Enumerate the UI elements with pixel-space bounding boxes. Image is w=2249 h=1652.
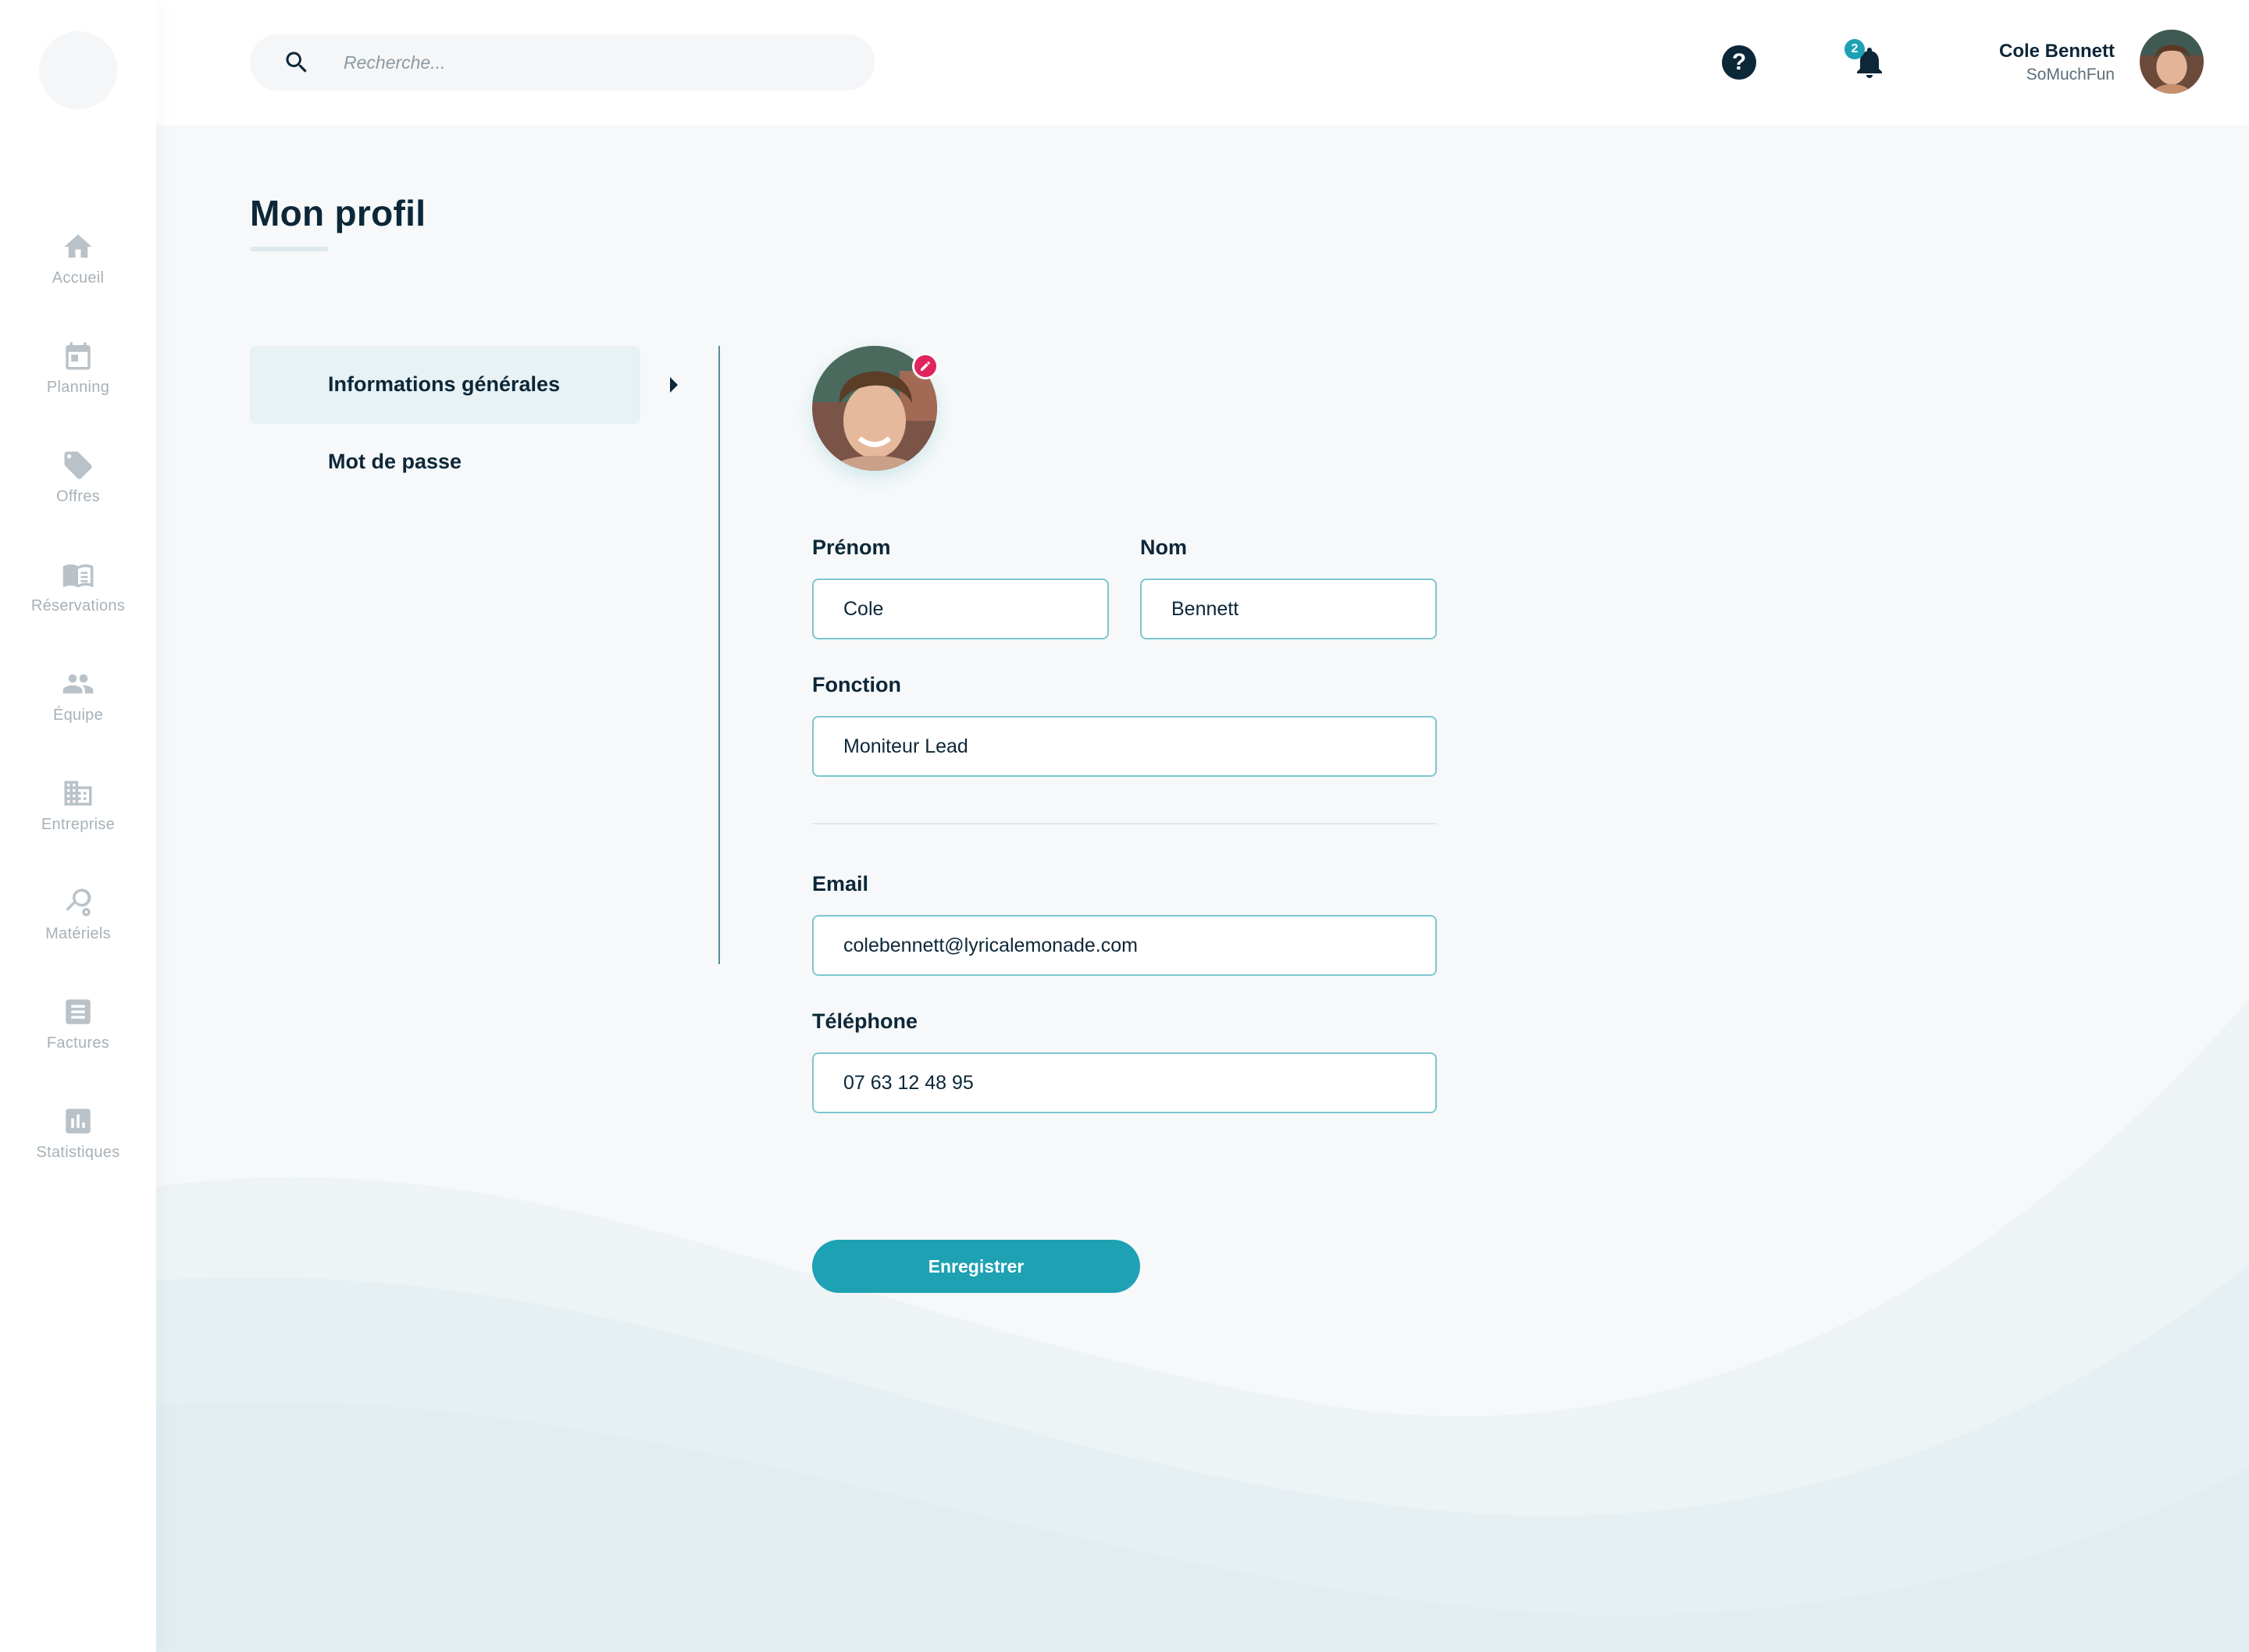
tag-icon (64, 451, 92, 479)
building-icon (64, 781, 92, 806)
caret-right-icon (670, 377, 678, 393)
phone-label: Téléphone (812, 1009, 918, 1033)
page-title: Mon profil (250, 193, 426, 233)
sidebar-item-accueil[interactable]: Accueil (0, 230, 156, 316)
sidebar-item-label: Matériels (45, 925, 111, 942)
top-bar: ? 2 Cole Bennett SoMuchFun (156, 0, 2249, 125)
pencil-icon (921, 361, 930, 371)
calendar-icon (66, 342, 91, 370)
sidebar: Accueil Planning Offres Réservations Équ… (0, 0, 156, 1652)
subnav-item-mot-de-passe[interactable]: Mot de passe (328, 450, 462, 474)
home-icon (64, 234, 92, 258)
sidebar-item-label: Réservations (30, 597, 126, 614)
sidebar-item-label: Offres (56, 488, 100, 505)
vertical-divider (718, 346, 720, 964)
subnav-item-informations-generales[interactable]: Informations générales (250, 346, 640, 424)
avatar-portrait-icon (2140, 30, 2204, 94)
help-icon[interactable]: ? (1722, 45, 1756, 80)
sidebar-item-materiels[interactable]: Matériels (0, 886, 156, 972)
phone-input[interactable] (814, 1054, 1435, 1112)
first-name-input[interactable] (814, 580, 1107, 638)
email-field[interactable] (812, 915, 1437, 976)
user-avatar[interactable] (2140, 30, 2204, 94)
title-underline (250, 247, 328, 251)
search-bar[interactable] (250, 34, 875, 91)
sidebar-item-statistiques[interactable]: Statistiques (0, 1105, 156, 1191)
function-label: Fonction (812, 673, 901, 696)
function-field[interactable] (812, 716, 1437, 777)
form-separator (812, 823, 1437, 824)
sidebar-item-equipe[interactable]: Équipe (0, 668, 156, 753)
invoice-icon (66, 999, 91, 1024)
sidebar-item-label: Entreprise (41, 816, 116, 833)
edit-avatar-button[interactable] (912, 353, 939, 379)
racket-icon (66, 888, 91, 917)
first-name-label: Prénom (812, 536, 891, 559)
user-company: SoMuchFun (2026, 66, 2115, 84)
phone-field[interactable] (812, 1052, 1437, 1113)
sidebar-item-factures[interactable]: Factures (0, 995, 156, 1081)
sidebar-item-label: Planning (46, 379, 110, 396)
last-name-input[interactable] (1142, 580, 1435, 638)
notifications-button[interactable]: 2 (1844, 39, 1888, 83)
logo-placeholder[interactable] (39, 31, 117, 109)
sidebar-item-planning[interactable]: Planning (0, 340, 156, 425)
sidebar-item-entreprise[interactable]: Entreprise (0, 777, 156, 863)
book-icon (62, 564, 94, 588)
sidebar-item-label: Équipe (52, 707, 104, 724)
sidebar-item-reservations[interactable]: Réservations (0, 558, 156, 644)
chart-icon (66, 1109, 91, 1134)
sidebar-item-label: Factures (46, 1034, 110, 1052)
first-name-field[interactable] (812, 579, 1109, 639)
last-name-field[interactable] (1140, 579, 1437, 639)
email-input[interactable] (814, 917, 1435, 974)
search-input[interactable] (344, 34, 843, 91)
sidebar-item-label: Accueil (52, 269, 105, 287)
last-name-label: Nom (1140, 536, 1187, 559)
save-button[interactable]: Enregistrer (812, 1240, 1140, 1293)
subnav-item-label: Informations générales (328, 372, 561, 396)
search-icon (286, 52, 307, 73)
sidebar-item-label: Statistiques (36, 1144, 120, 1161)
email-label: Email (812, 872, 869, 895)
function-input[interactable] (814, 717, 1435, 775)
main-content: Mon profil Informations générales Mot de… (156, 125, 2249, 1652)
sidebar-item-offres[interactable]: Offres (0, 449, 156, 535)
notification-count-badge: 2 (1844, 39, 1865, 59)
user-name[interactable]: Cole Bennett (1999, 41, 2115, 62)
people-icon (62, 674, 94, 694)
